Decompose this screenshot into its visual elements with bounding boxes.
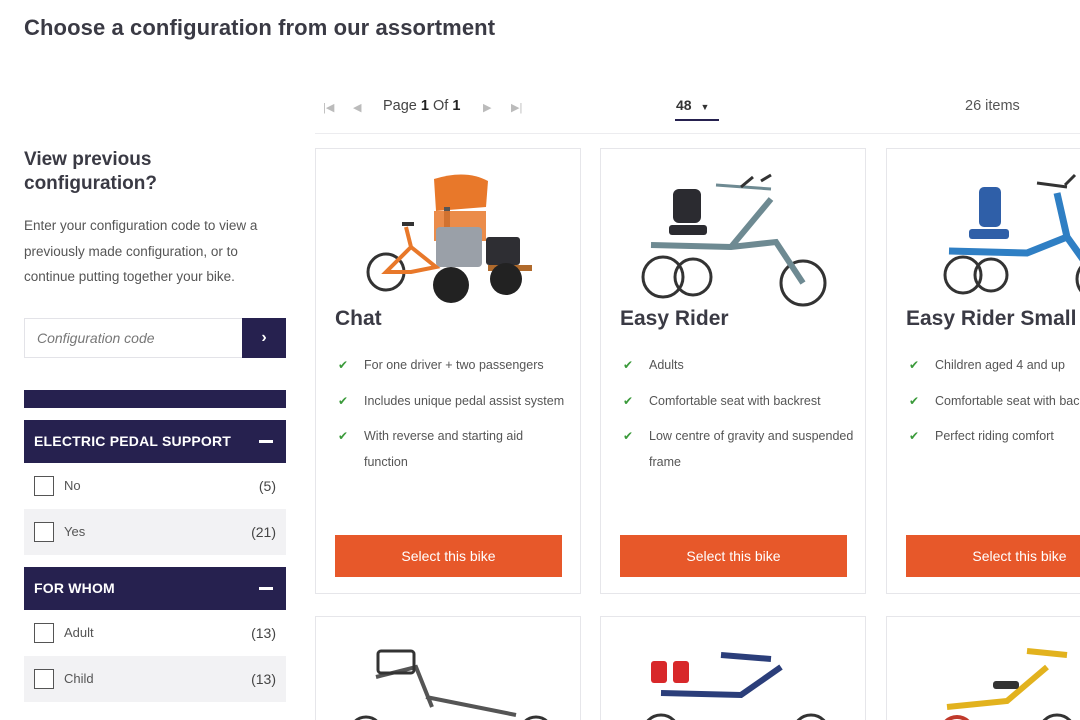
product-card [886,616,1080,720]
filter-option-count: (5) [258,477,276,494]
feature-list: ✔ Adults ✔ Comfortable seat with backrest … [623,353,855,485]
previous-config-description: Enter your configuration code to view a … [24,218,258,284]
filter-option-child[interactable]: Child (13) [24,655,286,702]
items-count: 26 items [965,98,1020,114]
collapse-minus-icon [259,439,273,443]
checkbox[interactable] [34,622,54,643]
filter-header-electric-pedal-support[interactable]: ELECTRIC PEDAL SUPPORT [24,419,286,463]
feature-item: ✔Comfortable seat with backrest [623,389,855,415]
filter-title: ELECTRIC PEDAL SUPPORT [34,433,232,449]
feature-list: ✔ For one driver + two passengers ✔ Includ… [338,353,570,485]
next-page-icon[interactable]: ▶ [483,101,491,114]
feature-item: ✔ With reverse and starting aid function [338,424,570,475]
feature-item: ✔ Adults [623,353,855,379]
feature-list: ✔ Children aged 4 and up ✔ Comfortable sea… [909,353,1080,460]
per-page-value: 48 [676,97,692,113]
check-icon: ✔ [909,429,920,443]
filter-option-no[interactable]: No (5) [24,463,286,509]
collapse-minus-icon [259,586,273,590]
check-icon: ✔ [909,358,920,372]
filter-option-yes[interactable]: Yes (21) [24,508,286,555]
sidebar: View previous configuration? Enter your … [24,148,286,702]
page-title: Choose a configuration from our assortme… [24,15,496,40]
prev-page-icon[interactable]: ◀ [353,101,361,114]
page-indicator: Page 1 Of 1 [383,98,460,114]
feature-item: ✔ Perfect riding comfort [909,424,1080,450]
previous-config-heading: View previous configuration? [24,149,157,194]
check-icon: ✔ [338,358,349,372]
filter-title: FOR WHOM [34,580,115,596]
checkbox[interactable] [34,475,54,496]
product-card-easy-rider: Easy Rider ✔ Adults ✔ Comfortable seat wit… [600,148,866,594]
product-image-easy-rider-small [943,173,1080,295]
page-label: Page [383,98,417,114]
filter-divider-bar [24,389,286,408]
feature-item: ✔ Children aged 4 and up [909,353,1080,379]
checkbox[interactable] [34,668,54,689]
first-page-icon[interactable]: |◀ [323,101,334,114]
checkbox[interactable] [34,521,54,542]
select-bike-button[interactable]: Select this bike [335,535,562,577]
page-of: Of [433,98,449,114]
page-current: 1 [420,98,429,114]
product-image [354,649,548,720]
product-card-easy-rider-small: Easy Rider Small ✔ Children aged 4 and up… [886,148,1080,594]
product-image-chat [366,174,532,303]
product-name: Easy Rider Small [906,307,1077,330]
results-toolbar: |◀ ◀ Page 1 Of 1 ▶ ▶| 48 ▼ 26 items [315,88,1080,134]
product-image [944,648,1072,720]
filter-option-adult[interactable]: Adult (13) [24,610,286,656]
feature-item: ✔Comfortable seat with backrest [909,389,1080,415]
product-name: Chat [335,307,382,330]
configuration-code-input[interactable] [24,317,242,358]
check-icon: ✔ [623,358,634,372]
product-card [315,616,581,720]
product-card-chat: Chat ✔ For one driver + two passengers ✔ I… [315,148,581,594]
last-page-icon[interactable]: ▶| [511,101,522,114]
feature-item: ✔ For one driver + two passengers [338,353,570,379]
check-icon: ✔ [623,429,634,443]
submit-code-button[interactable]: › [242,317,286,358]
product-name: Easy Rider [620,307,729,330]
filter-option-count: (13) [251,670,276,687]
filter-option-label: Yes [64,524,86,539]
check-icon: ✔ [338,393,349,408]
feature-item: ✔ Includes unique pedal assist system [338,389,570,415]
select-bike-button[interactable]: Select this bike [906,535,1080,577]
filter-option-label: Adult [64,625,94,640]
per-page-underline [675,119,719,121]
check-icon: ✔ [909,393,920,408]
product-card [600,616,866,720]
check-icon: ✔ [338,429,349,443]
select-bike-button[interactable]: Select this bike [620,535,847,577]
per-page-select[interactable]: 48 ▼ [676,97,709,113]
config-code-form: › [24,317,286,358]
filter-option-label: No [64,478,81,493]
caret-down-icon: ▼ [700,102,710,112]
filter-option-count: (13) [251,624,276,641]
check-icon: ✔ [623,393,634,408]
feature-item: ✔ Low centre of gravity and suspended fra… [623,424,855,475]
filter-option-label: Child [64,671,94,686]
page-total: 1 [452,98,461,114]
product-image-easy-rider [641,173,827,307]
product-image [646,652,826,720]
filter-option-count: (21) [251,523,276,540]
filter-header-for-whom[interactable]: FOR WHOM [24,566,286,610]
chevron-right-icon: › [261,328,267,346]
